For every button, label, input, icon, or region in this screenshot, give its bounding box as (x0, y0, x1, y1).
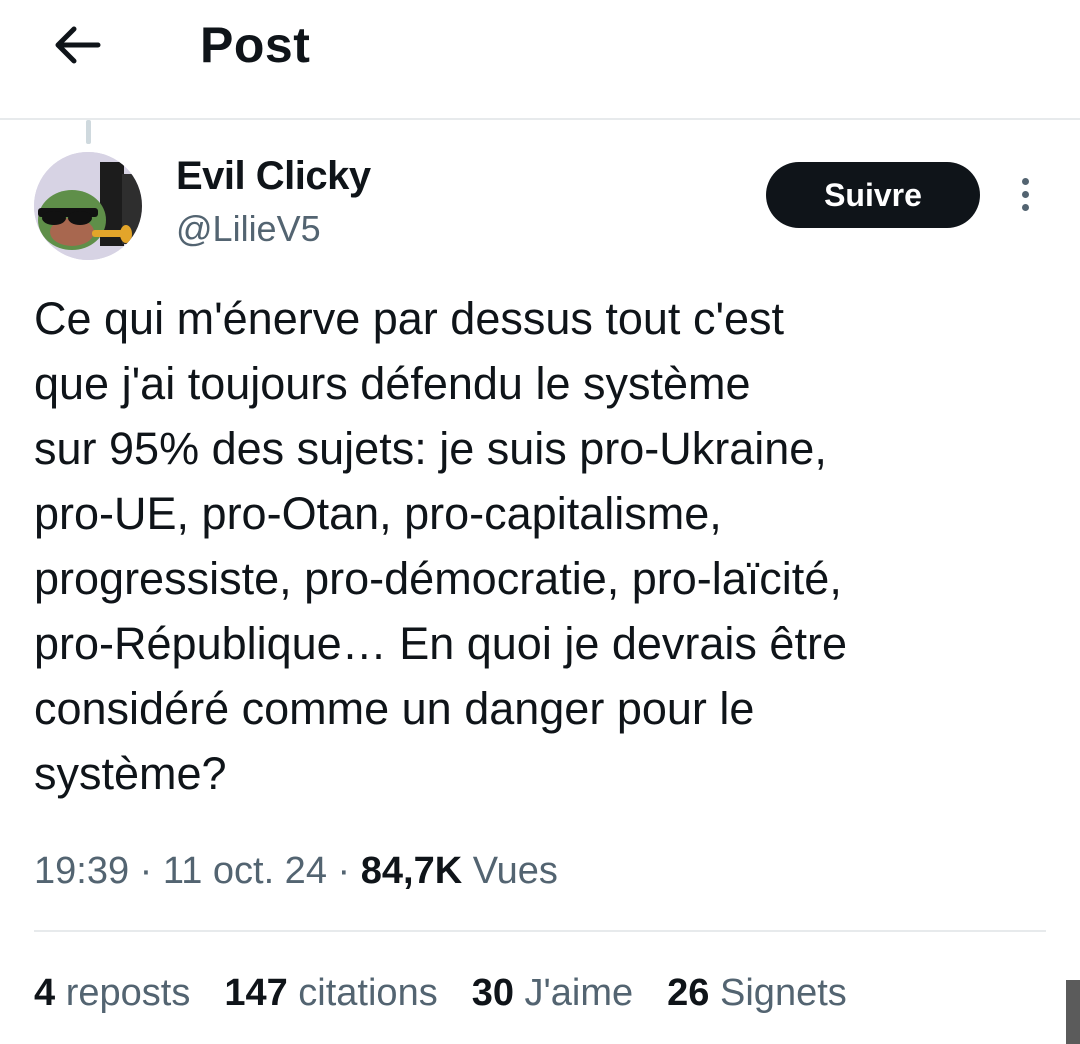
engagement-stats: 4 reposts 147 citations 30 J'aime 26 Sig… (34, 972, 847, 1015)
post-meta: 19:39 · 11 oct. 24 · 84,7K Vues (34, 850, 558, 893)
avatar[interactable] (34, 152, 142, 260)
stat-count: 4 (34, 972, 56, 1014)
follow-button[interactable]: Suivre (766, 162, 980, 228)
author-display-name[interactable]: Evil Clicky (176, 154, 371, 199)
stat-likes[interactable]: 30 J'aime (472, 972, 633, 1015)
divider (34, 930, 1046, 932)
stat-count: 26 (667, 972, 710, 1014)
post-text: Ce qui m'énerve par dessus tout c'est qu… (34, 293, 847, 799)
top-bar: Post (0, 0, 1080, 120)
author-handle[interactable]: @LilieV5 (176, 208, 321, 250)
post-time[interactable]: 19:39 (34, 850, 129, 892)
stat-count: 147 (224, 972, 288, 1014)
thread-connector (86, 120, 91, 144)
post-date[interactable]: 11 oct. 24 (163, 850, 327, 892)
vertical-ellipsis-icon[interactable] (1016, 178, 1034, 218)
stat-quotes[interactable]: 147 citations (224, 972, 437, 1015)
scrollbar[interactable] (1066, 980, 1080, 1044)
views-label: Vues (472, 850, 558, 892)
arrow-left-icon[interactable] (50, 18, 104, 72)
stat-count: 30 (471, 972, 514, 1014)
stat-label: reposts (65, 972, 191, 1014)
meta-separator: · (326, 850, 361, 892)
stat-label: J'aime (524, 972, 634, 1014)
meta-separator: · (129, 850, 163, 892)
stat-bookmarks[interactable]: 26 Signets (667, 972, 847, 1015)
page-title: Post (200, 17, 311, 73)
views-count: 84,7K (360, 850, 463, 892)
stat-reposts[interactable]: 4 reposts (34, 972, 190, 1015)
stat-label: citations (298, 972, 438, 1014)
stat-label: Signets (720, 972, 847, 1014)
